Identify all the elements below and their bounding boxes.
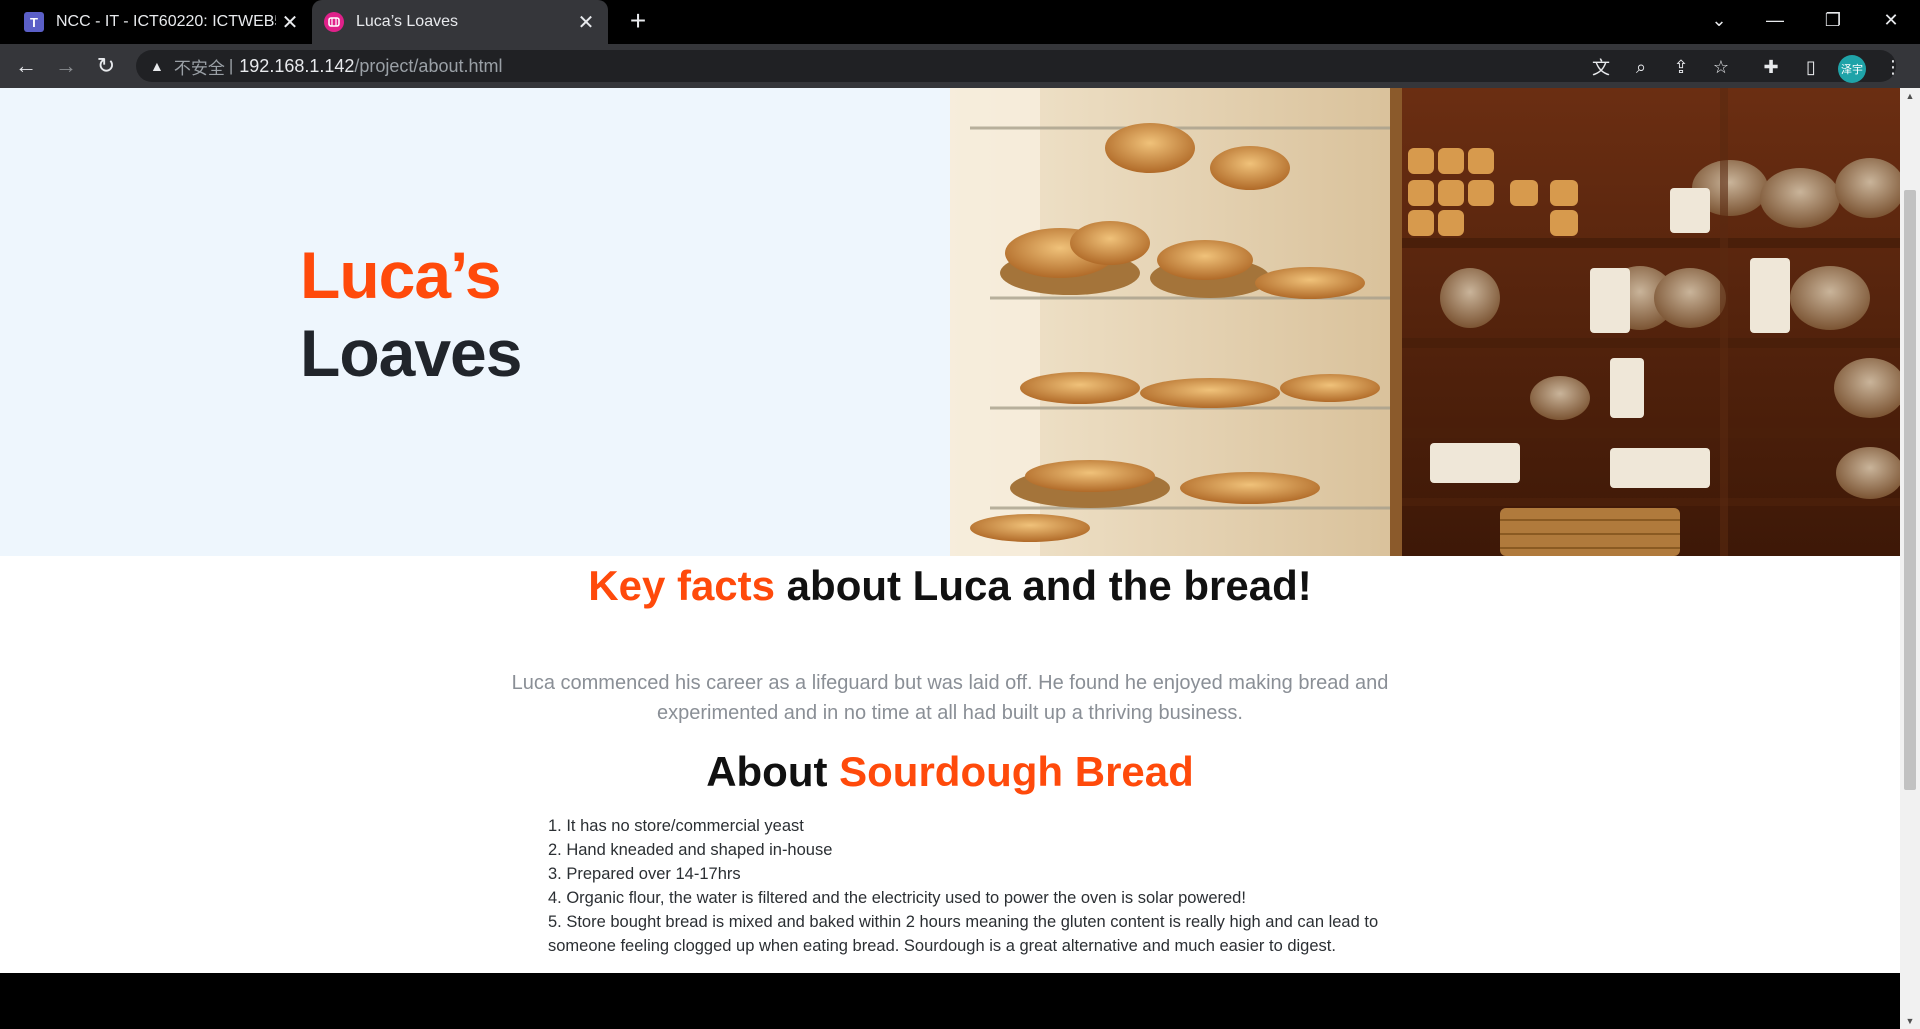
reload-button[interactable]: ↻ [90,50,122,82]
key-facts-highlight: Key facts [588,562,776,609]
hero-section: Luca’s Loaves [0,88,1900,556]
list-item: 5. Store bought bread is mixed and baked… [548,913,1379,955]
restore-button[interactable]: ❐ [1810,0,1856,40]
browser-menu-icon[interactable]: ⋮ [1880,54,1906,80]
page-scrollbar[interactable]: ▲ ▼ [1900,88,1920,1029]
scroll-up-arrow-icon[interactable]: ▲ [1900,88,1920,104]
forward-button[interactable]: → [50,50,82,82]
scroll-down-arrow-icon[interactable]: ▼ [1900,1013,1920,1029]
bakery-shelves-image [950,88,1900,556]
sourdough-heading: About Sourdough Bread [0,748,1900,796]
tab-search-chevron-icon[interactable]: ⌄ [1696,0,1742,40]
luca-bio-text: Luca commenced his career as a lifeguard… [511,672,1389,724]
site-favicon-icon [324,12,344,32]
list-item: 2. Hand kneaded and shaped in-house [548,841,833,859]
url-separator: | [228,56,234,75]
close-tab-icon[interactable]: ✕ [572,10,600,35]
insecure-label[interactable]: 不安全 [174,54,225,79]
list-item: 1. It has no store/commercial yeast [548,817,804,835]
new-tab-button[interactable]: + [622,6,654,38]
browser-tab-strip: T NCC - IT - ICT60220: ICTWEB5 ✕ Luca’s … [0,0,1920,44]
sourdough-heading-highlight: Sourdough Bread [839,748,1194,795]
side-panel-icon[interactable]: ▯ [1798,54,1824,80]
teams-favicon-icon: T [24,12,44,32]
hero-text-panel: Luca’s Loaves [0,88,950,556]
zoom-icon[interactable]: ⌕ [1628,54,1654,80]
sourdough-facts-list: 1. It has no store/commercial yeast 2. H… [548,814,1388,958]
close-tab-icon[interactable]: ✕ [276,10,304,35]
hero-title: Luca’s Loaves [300,236,522,392]
list-item: 4. Organic flour, the water is filtered … [548,889,1246,907]
warning-icon[interactable]: ▲ [150,58,164,74]
key-facts-heading-rest: about Luca and the bread! [775,562,1312,609]
page-viewport: Luca’s Loaves Key facts about Luca and t… [0,88,1900,1029]
hero-title-line1: Luca’s [300,238,502,312]
list-item: 3. Prepared over 14-17hrs [548,865,741,883]
url-path[interactable]: /project/about.html [354,56,502,77]
scrollbar-thumb[interactable] [1904,190,1916,790]
sourdough-heading-lead: About [706,748,840,795]
key-facts-heading: Key facts about Luca and the bread! [0,562,1900,610]
url-host[interactable]: 192.168.1.142 [239,56,354,77]
browser-toolbar: ← → ↻ ▲ 不安全 | 192.168.1.142 /project/abo… [0,44,1920,88]
translate-icon[interactable]: 文 [1588,54,1614,80]
extensions-puzzle-icon[interactable]: ✚ [1758,54,1784,80]
bookmark-star-icon[interactable]: ☆ [1708,54,1734,80]
tab-title: NCC - IT - ICT60220: ICTWEB5 [56,13,276,30]
close-window-button[interactable]: ✕ [1868,0,1914,40]
tab-ncc-it[interactable]: T NCC - IT - ICT60220: ICTWEB5 ✕ [12,0,312,44]
tab-lucas-loaves[interactable]: Luca’s Loaves ✕ [312,0,608,44]
page-footer [0,973,1900,1029]
profile-avatar[interactable]: 泽宇 [1838,55,1866,83]
hero-title-line2: Loaves [300,316,522,390]
minimize-button[interactable]: — [1752,0,1798,40]
back-button[interactable]: ← [10,50,42,82]
share-icon[interactable]: ⇪ [1668,54,1694,80]
tab-title: Luca’s Loaves [356,13,458,30]
